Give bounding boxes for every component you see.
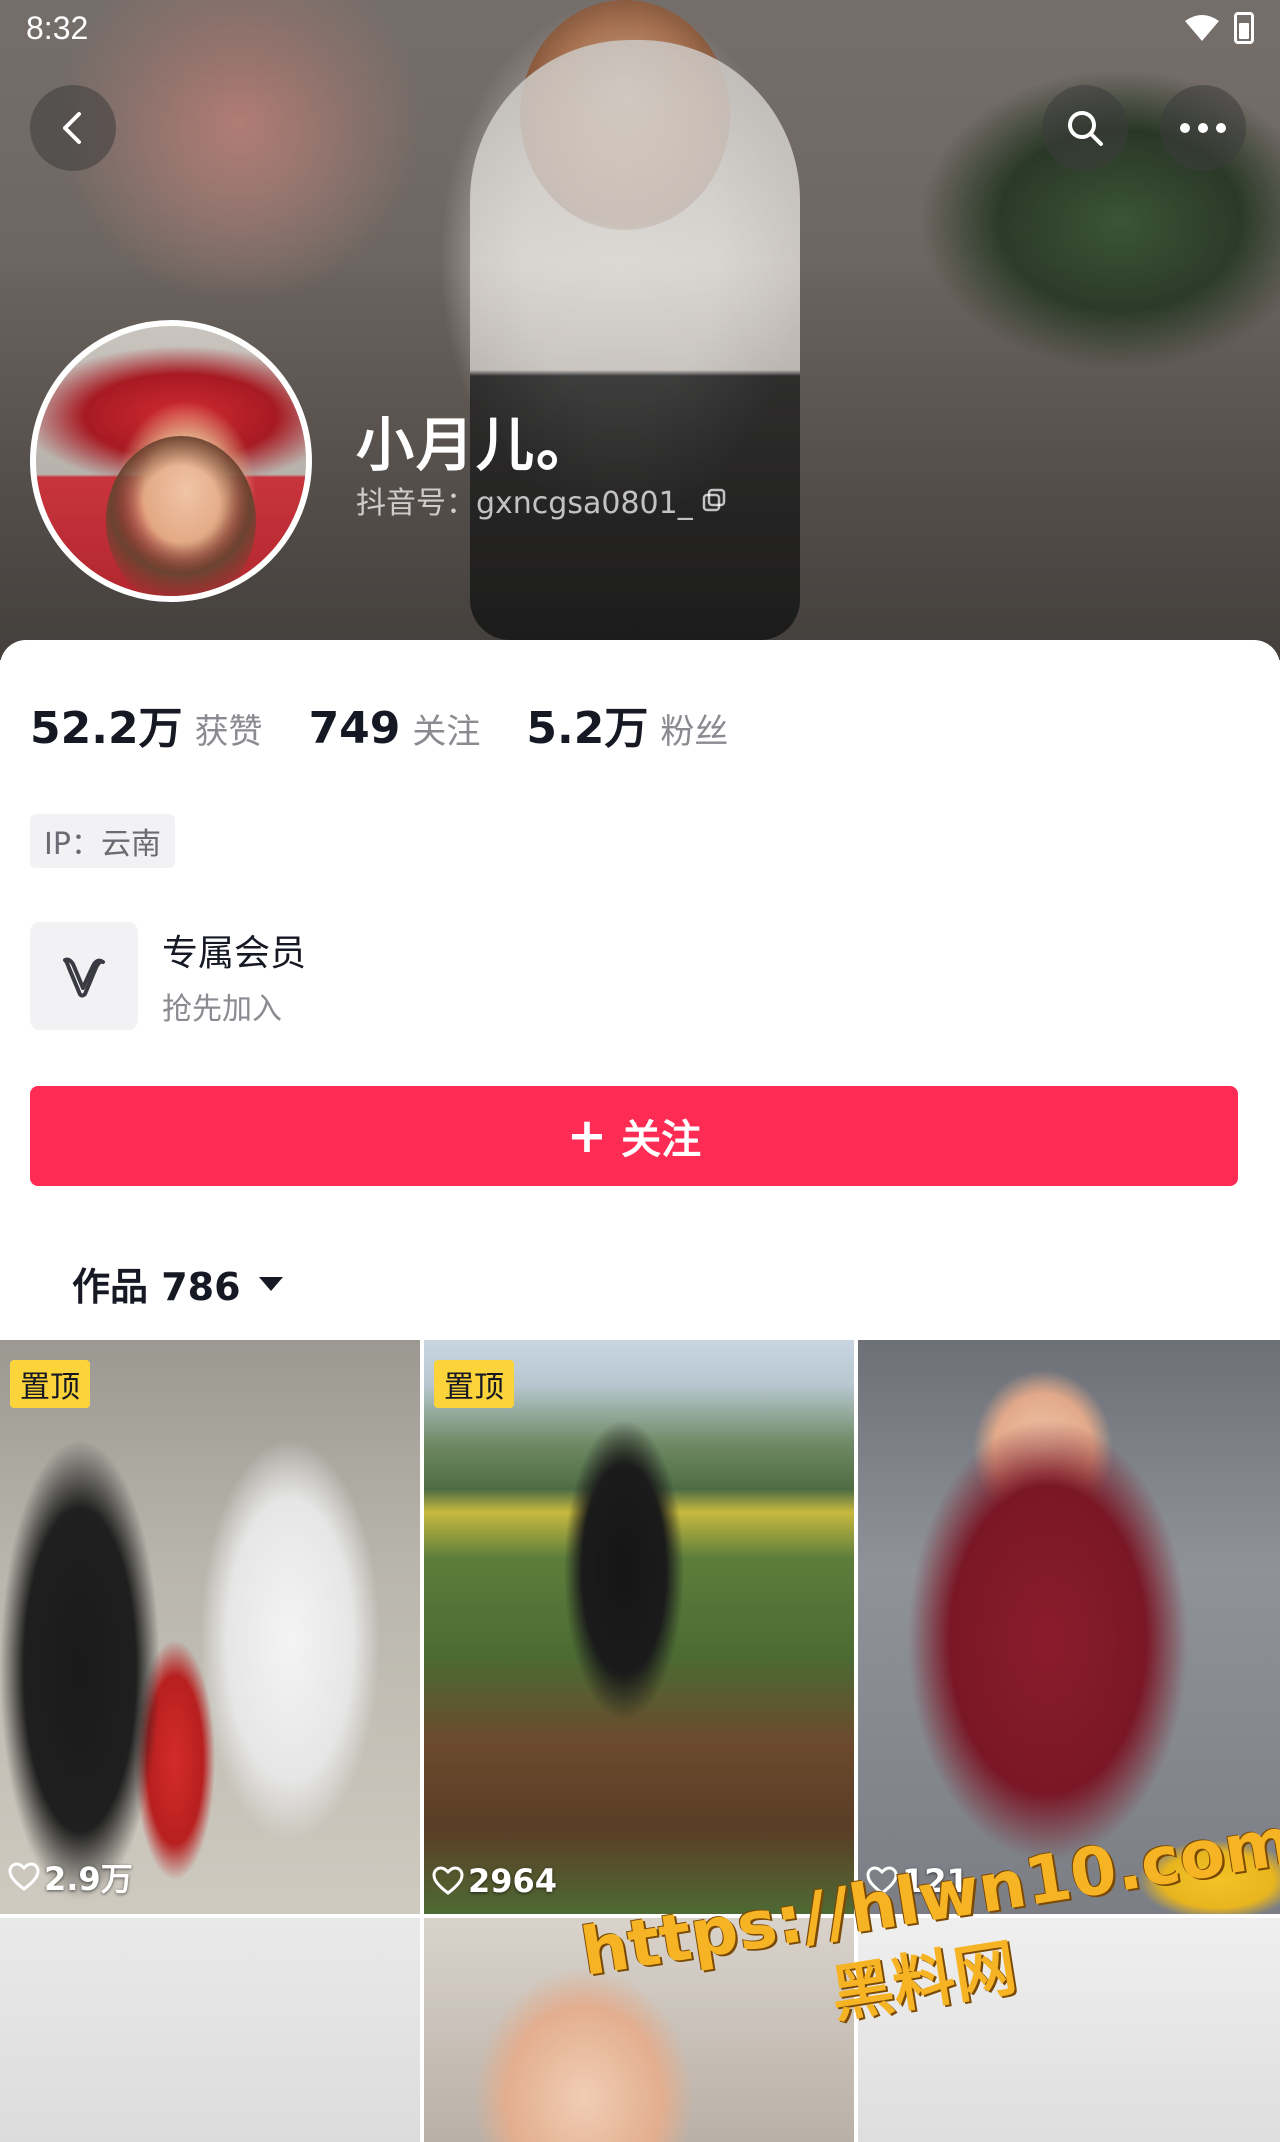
stat-likes-value: 52.2万 xyxy=(30,703,183,754)
avatar[interactable] xyxy=(30,320,312,602)
douyin-id-text: 抖音号：gxncgsa0801_ xyxy=(356,486,693,521)
vip-logo-icon xyxy=(30,922,138,1030)
tab-works-label: 作品 786 xyxy=(72,1265,241,1309)
status-time: 8:32 xyxy=(26,10,89,46)
follow-button-label: 关注 xyxy=(621,1117,702,1163)
search-icon xyxy=(1068,111,1103,146)
profile-stats: 52.2万 获赞 749 关注 5.2万 粉丝 xyxy=(30,692,774,756)
status-icons xyxy=(1184,12,1254,44)
video-likes-count: 2.9万 xyxy=(44,1860,133,1898)
video-tile[interactable]: 置顶 2.9万 xyxy=(0,1340,420,1914)
membership-text: 专属会员 抢先加入 xyxy=(162,924,306,1028)
stat-following-value: 749 xyxy=(308,703,401,754)
back-button[interactable] xyxy=(30,85,116,171)
video-likes-count: 2964 xyxy=(468,1862,558,1900)
copy-icon[interactable] xyxy=(701,487,727,513)
tab-works[interactable]: 作品 786 xyxy=(72,1256,283,1311)
heart-icon xyxy=(432,1866,464,1895)
pinned-badge: 置顶 xyxy=(10,1360,90,1408)
follow-button[interactable]: + 关注 xyxy=(30,1086,1238,1186)
caret-down-icon xyxy=(258,1276,283,1291)
stat-followers-label: 粉丝 xyxy=(660,712,729,752)
plus-icon: + xyxy=(566,1108,608,1164)
membership-entry[interactable]: 专属会员 抢先加入 xyxy=(30,922,306,1030)
video-likes: 2964 xyxy=(432,1862,557,1900)
stat-following-label: 关注 xyxy=(412,712,481,752)
stat-followers-value: 5.2万 xyxy=(526,703,649,754)
membership-title: 专属会员 xyxy=(162,933,307,974)
more-icon xyxy=(1180,123,1226,133)
more-button[interactable] xyxy=(1160,85,1246,171)
profile-nickname: 小月儿。 xyxy=(356,411,597,479)
membership-subtitle: 抢先加入 xyxy=(162,992,282,1027)
stat-followers[interactable]: 5.2万 粉丝 xyxy=(526,692,728,756)
video-tile[interactable] xyxy=(0,1918,420,2142)
stat-likes[interactable]: 52.2万 获赞 xyxy=(30,692,263,756)
search-button[interactable] xyxy=(1042,85,1128,171)
stat-following[interactable]: 749 关注 xyxy=(309,703,481,754)
wifi-icon xyxy=(1185,15,1219,41)
heart-icon xyxy=(8,1862,40,1891)
ip-location-tag: IP：云南 xyxy=(30,814,175,868)
back-icon xyxy=(63,112,81,144)
battery-icon xyxy=(1234,12,1254,44)
pinned-badge: 置顶 xyxy=(434,1360,514,1408)
stat-likes-label: 获赞 xyxy=(194,712,263,752)
video-likes: 2.9万 xyxy=(8,1854,133,1900)
video-tile[interactable]: 置顶 2964 xyxy=(424,1340,854,1914)
douyin-id[interactable]: 抖音号：gxncgsa0801_ xyxy=(356,478,727,522)
